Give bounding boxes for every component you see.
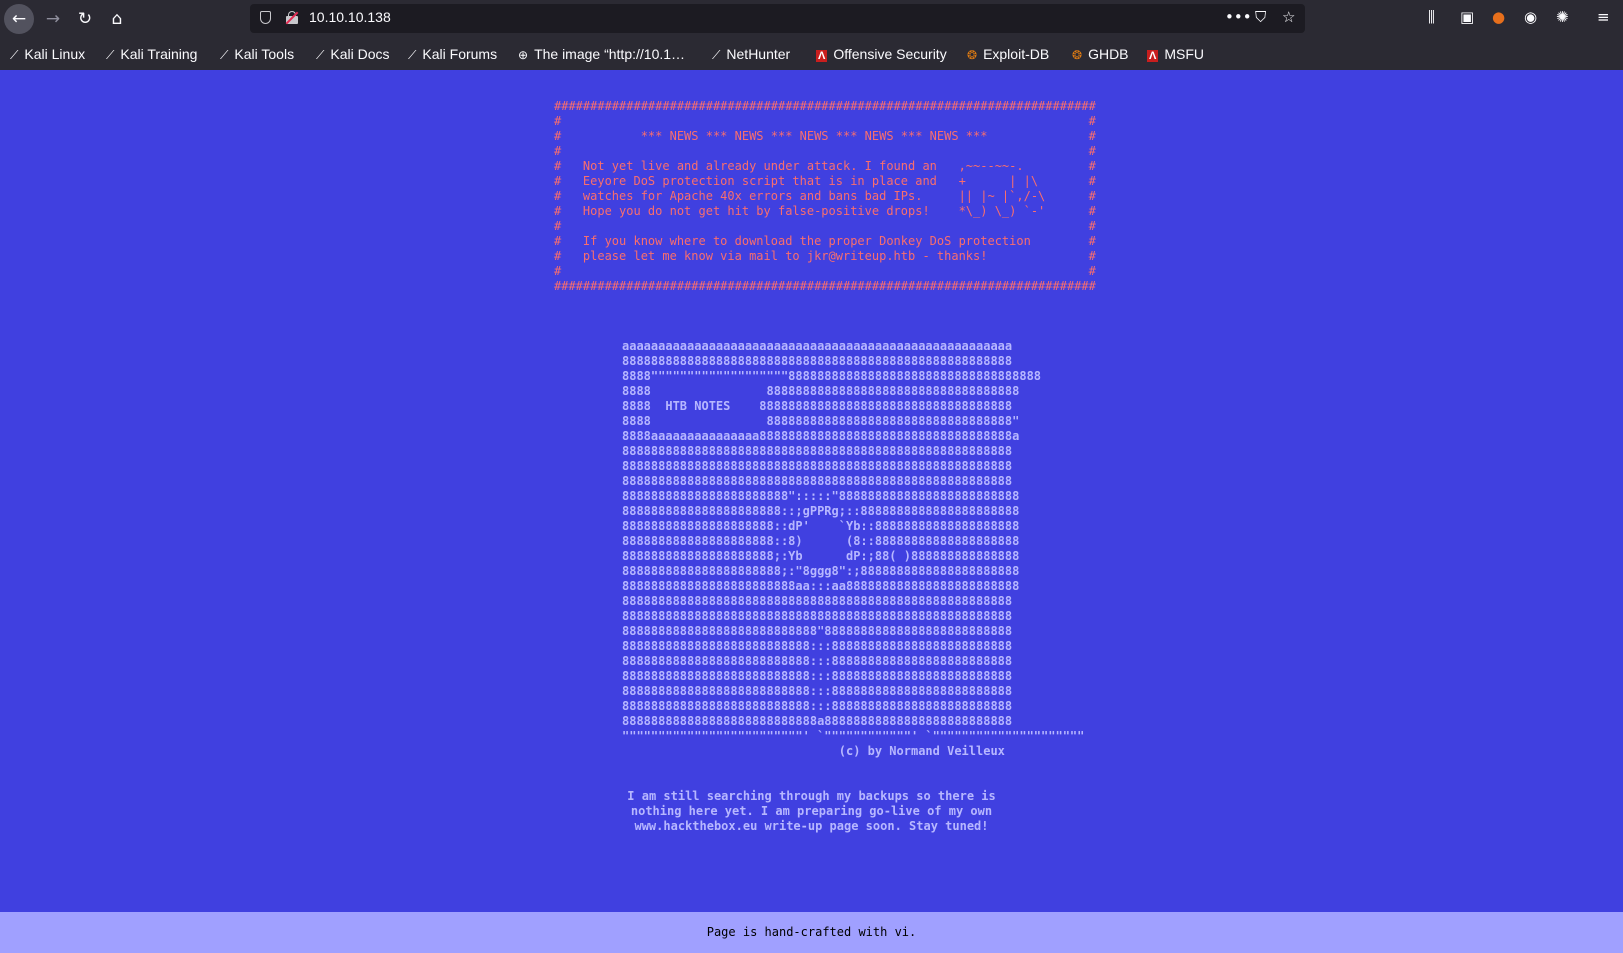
ghdb-icon: ❂: [1072, 48, 1083, 62]
bookmark-image[interactable]: ⊕ The image “http://10.1…: [518, 46, 685, 62]
status-message: I am still searching through my backups …: [627, 789, 996, 833]
kali-dragon-icon: ⟋: [106, 48, 115, 62]
offsec-icon: Λ: [816, 50, 828, 62]
bookmark-star-icon[interactable]: ☆: [1282, 8, 1295, 26]
pocket-icon[interactable]: ⛉: [1255, 8, 1266, 26]
bookmark-kali-docs[interactable]: ⟋ Kali Docs: [316, 46, 390, 63]
tracking-shield-icon[interactable]: [260, 11, 271, 24]
kali-dragon-icon: ⟋: [712, 48, 721, 62]
account-icon[interactable]: ◉: [1524, 8, 1537, 26]
back-arrow-icon[interactable]: ←: [4, 4, 34, 34]
library-icon[interactable]: ⫼: [1428, 8, 1435, 26]
page-actions-icon[interactable]: •••: [1225, 8, 1252, 26]
bookmarks-toolbar: ⟋ Kali Linux ⟋ Kali Training ⟋ Kali Tools ⟋…: [0, 40, 1623, 70]
url-text[interactable]: 10.10.10.138: [309, 9, 391, 25]
sidebar-icon[interactable]: ▣: [1460, 8, 1474, 26]
reload-icon[interactable]: ↻: [70, 4, 100, 34]
bookmark-nethunter[interactable]: ⟋ NetHunter: [712, 46, 790, 63]
bookmark-exploit-db[interactable]: ❂ Exploit-DB: [967, 46, 1049, 62]
forward-arrow-icon[interactable]: →: [38, 4, 68, 34]
news-box: ########################################…: [554, 99, 1096, 293]
htb-notes-ascii-art: aaaaaaaaaaaaaaaaaaaaaaaaaaaaaaaaaaaaaaaa…: [622, 339, 1085, 758]
cookie-icon[interactable]: ✺: [1556, 8, 1569, 26]
nav-toolbar: ← → ↻ ⌂ 10.10.10.138 ••• ⛉ ☆ ⫼ ▣ ● ◉ ✺ ≡: [0, 0, 1623, 38]
kali-dragon-icon: ⟋: [220, 48, 229, 62]
kali-dragon-icon: ⟋: [408, 48, 417, 62]
exploit-db-icon: ❂: [967, 48, 978, 62]
bookmark-kali-tools[interactable]: ⟋ Kali Tools: [220, 46, 294, 63]
msfu-icon: Λ: [1147, 50, 1159, 62]
bookmark-kali-forums[interactable]: ⟋ Kali Forums: [408, 46, 497, 63]
kali-dragon-icon: ⟋: [10, 48, 19, 62]
bookmark-ghdb[interactable]: ❂ GHDB: [1072, 46, 1129, 62]
globe-icon: ⊕: [518, 48, 529, 62]
page-footer: Page is hand-crafted with vi.: [0, 912, 1623, 953]
extension-icon[interactable]: ●: [1492, 8, 1505, 26]
insecure-lock-icon[interactable]: [285, 11, 299, 25]
bookmark-kali-linux[interactable]: ⟋ Kali Linux: [10, 46, 85, 63]
bookmark-kali-training[interactable]: ⟋ Kali Training: [106, 46, 197, 63]
home-icon[interactable]: ⌂: [102, 4, 132, 34]
bookmark-offensive-security[interactable]: Λ Offensive Security: [816, 46, 947, 62]
menu-icon[interactable]: ≡: [1597, 8, 1610, 26]
address-bar[interactable]: 10.10.10.138 ••• ⛉ ☆: [250, 4, 1305, 33]
bookmark-msfu[interactable]: Λ MSFU: [1147, 46, 1204, 62]
browser-chrome: ← → ↻ ⌂ 10.10.10.138 ••• ⛉ ☆ ⫼ ▣ ● ◉ ✺ ≡…: [0, 0, 1623, 70]
kali-dragon-icon: ⟋: [316, 48, 325, 62]
footer-text: Page is hand-crafted with vi.: [706, 925, 917, 939]
